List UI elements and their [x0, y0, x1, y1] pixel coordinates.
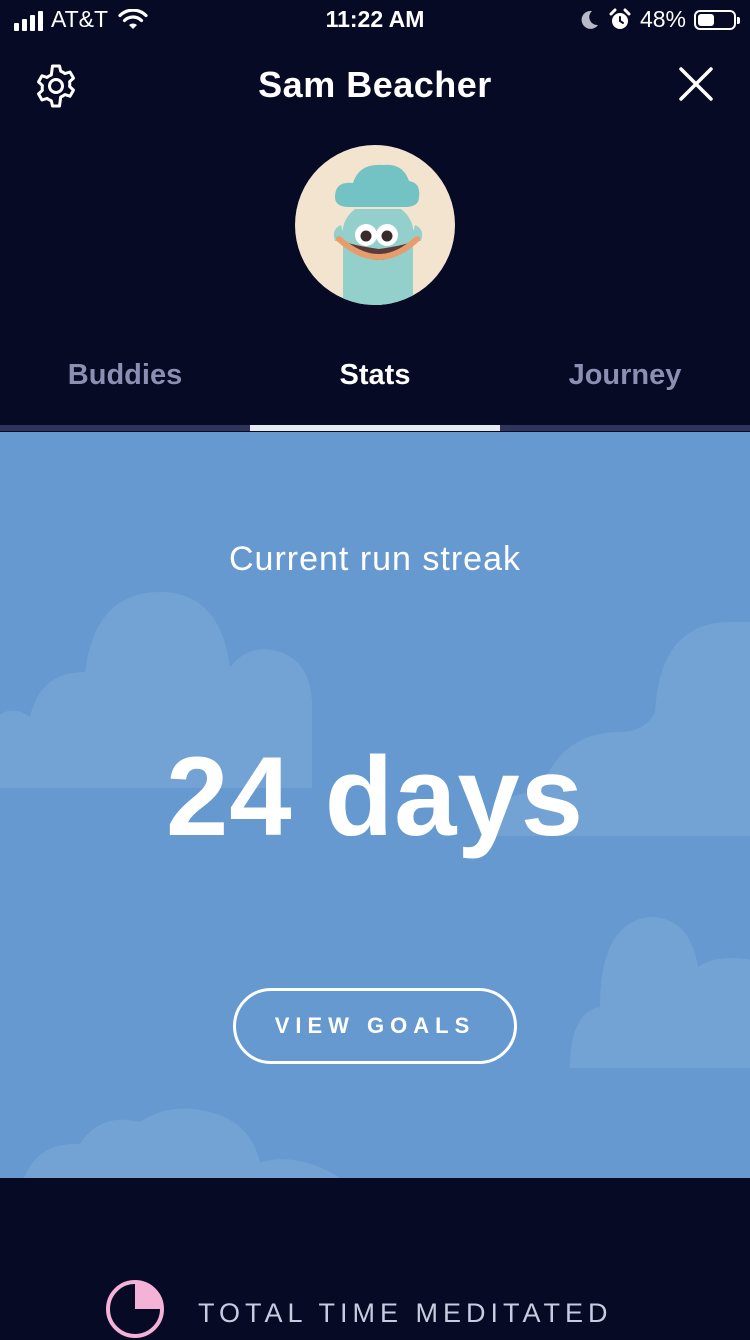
- tab-stats[interactable]: Stats: [250, 359, 500, 392]
- avatar[interactable]: [295, 145, 455, 305]
- tab-journey[interactable]: Journey: [500, 359, 750, 392]
- avatar-character-icon: [333, 164, 423, 305]
- status-bar-right: 48%: [578, 6, 740, 33]
- tab-buddies[interactable]: Buddies: [0, 359, 250, 392]
- battery-percent: 48%: [639, 6, 686, 32]
- streak-value: 24 days: [166, 734, 584, 859]
- view-goals-button[interactable]: VIEW GOALS: [233, 988, 517, 1064]
- total-time-label: TOTAL TIME MEDITATED: [198, 1298, 613, 1328]
- streak-panel: Current run streak 24 days VIEW GOALS: [0, 432, 750, 1178]
- battery-level: [698, 13, 715, 26]
- page-title: Sam Beacher: [258, 64, 492, 105]
- total-time-row: TOTAL TIME MEDITATED: [0, 1270, 750, 1338]
- close-icon[interactable]: [678, 66, 714, 102]
- active-tab-indicator: [250, 425, 500, 431]
- moon-icon: [581, 10, 598, 29]
- battery-icon: [694, 9, 740, 30]
- streak-label: Current run streak: [229, 540, 521, 578]
- profile-tabs: Buddies Stats Journey: [0, 345, 750, 435]
- alarm-icon: [609, 8, 631, 29]
- profile-header: Sam Beacher: [0, 50, 750, 120]
- pie-clock-icon: [106, 1280, 164, 1338]
- status-bar: AT&T 11:22 AM 48%: [0, 0, 750, 40]
